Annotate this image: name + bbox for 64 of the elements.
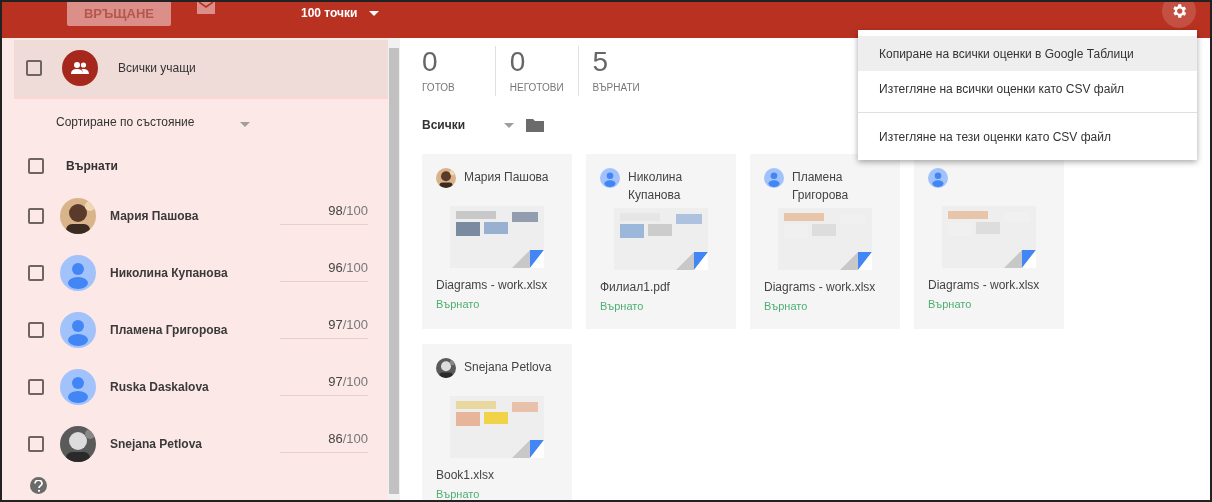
status-label: Върнато (600, 300, 645, 312)
file-name[interactable]: Diagrams - work.xlsx (928, 278, 1050, 292)
points-dropdown[interactable]: 100 точки (301, 5, 380, 21)
filter-dropdown[interactable]: Всички (422, 118, 492, 132)
scrollbar[interactable] (388, 38, 400, 500)
checkbox[interactable] (28, 158, 44, 174)
file-name[interactable]: Diagrams - work.xlsx (436, 278, 558, 292)
menu-item[interactable]: Изтегляне на тези оценки като CSV файл (858, 119, 1197, 154)
checkbox[interactable] (28, 321, 44, 338)
stat-label: ГОТОВ (422, 82, 455, 93)
all-students-label: Всички учащи (118, 61, 196, 75)
checkbox[interactable] (28, 435, 44, 452)
student-name: Пламена Григорова (792, 169, 850, 204)
checkbox[interactable] (28, 207, 44, 224)
stat-count: 0 (422, 46, 439, 78)
checkbox[interactable] (28, 378, 44, 395)
stat-label: ВЪРНАТИ (592, 82, 640, 93)
grade-field[interactable]: 97/100 (280, 316, 368, 339)
status-label: Върнато (436, 488, 481, 500)
caret-icon (504, 122, 514, 128)
student-name[interactable]: Snejana Petlova (110, 436, 203, 451)
grade-field[interactable]: 96/100 (280, 259, 368, 282)
file-name[interactable]: Филиал1.pdf (600, 280, 722, 294)
person-icon (600, 168, 620, 188)
student-name[interactable]: Николина Купанова (110, 265, 228, 280)
menu-item[interactable]: Изтегляне на всички оценки като CSV файл (858, 71, 1197, 106)
grade-field[interactable]: 98/100 (280, 202, 368, 225)
grade-field[interactable]: 86/100 (280, 430, 368, 453)
person-icon (764, 168, 784, 188)
menu-item[interactable]: Копиране на всички оценки в Google Таблици (858, 36, 1197, 71)
student-name[interactable]: Пламена Григорова (110, 322, 228, 337)
status-label: Върнато (436, 298, 481, 310)
submission-card[interactable]: Snejana Petlova Book1.xlsx Върнато (422, 344, 572, 500)
checkbox[interactable] (26, 60, 42, 76)
folder-icon[interactable] (526, 118, 544, 132)
grade-field[interactable]: 97/100 (280, 373, 368, 396)
person-icon (928, 168, 948, 188)
person-icon (60, 311, 96, 348)
settings-icon[interactable] (1162, 2, 1196, 28)
stat-label: НЕГОТОВИ (509, 82, 564, 93)
submission-card[interactable]: Мария Пашова Diagrams - work.xlsx Върнато (422, 154, 572, 329)
person-icon (60, 368, 96, 405)
file-name[interactable]: Book1.xlsx (436, 468, 558, 482)
person-icon (60, 254, 96, 291)
student-name[interactable]: Мария Пашова (110, 208, 199, 223)
file-name[interactable]: Diagrams - work.xlsx (764, 280, 886, 294)
status-label: Върнато (764, 300, 809, 312)
student-name: Мария Пашова (464, 169, 549, 186)
checkbox[interactable] (28, 264, 44, 281)
caret-icon (369, 10, 380, 16)
group-heading: Върнати (66, 159, 118, 173)
stat-count: 0 (509, 46, 527, 78)
stat-count: 5 (592, 46, 610, 78)
all-students-row[interactable]: Всички учащи (14, 40, 388, 99)
submission-card[interactable]: Пламена Григорова Diagrams - work.xlsx Върнато (750, 154, 900, 329)
help-icon[interactable] (30, 477, 47, 494)
group-icon (62, 50, 98, 86)
student-name: Snejana Petlova (464, 359, 552, 376)
submission-card[interactable]: Николина Купанова Филиал1.pdf Върнато (586, 154, 736, 329)
status-label: Върнато (928, 298, 973, 310)
student-name[interactable]: Ruska Daskalova (110, 379, 209, 394)
sort-dropdown[interactable]: Сортиране по състояние (56, 115, 195, 129)
student-name: Николина Купанова (628, 169, 684, 204)
caret-icon (240, 122, 251, 127)
